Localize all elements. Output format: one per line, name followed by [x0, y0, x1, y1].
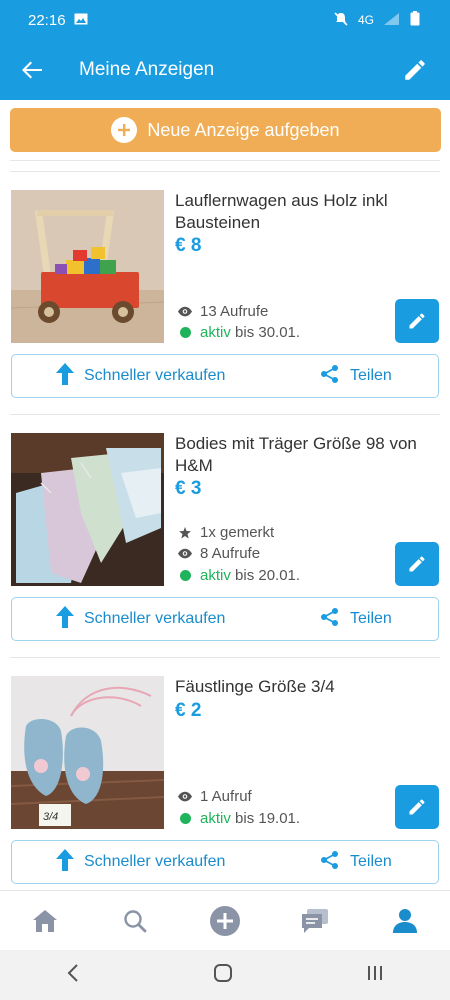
mute-icon [334, 11, 348, 29]
page-title: Meine Anzeigen [79, 59, 215, 80]
recents-icon[interactable] [366, 965, 384, 986]
arrow-up-icon [56, 848, 74, 876]
listing-title[interactable]: Fäustlinge Größe 3/4 [175, 676, 430, 698]
share-label: Teilen [350, 853, 392, 870]
network-label: 4G [357, 13, 374, 27]
status-time: 22:16 [28, 11, 66, 29]
battery-icon [410, 11, 420, 29]
sell-faster-label: Schneller verkaufen [84, 610, 226, 627]
status-row: aktiv bis 19.01. [178, 810, 300, 827]
app-bar: Meine Anzeigen [0, 40, 450, 100]
top-bar: 22:16 4G Meine Anzeigen [0, 0, 450, 100]
listing-actions: Schneller verkaufen Teilen [11, 597, 439, 641]
share-button[interactable]: Teilen [320, 364, 392, 389]
sell-faster-label: Schneller verkaufen [84, 853, 226, 870]
profile-icon[interactable] [385, 901, 425, 941]
listing-photo-walker[interactable] [11, 190, 164, 343]
status-bar: 22:16 4G [0, 0, 450, 40]
listing-actions: Schneller verkaufen Teilen [11, 354, 439, 398]
active-dot-icon [178, 813, 192, 824]
status-until: bis 20.01. [235, 567, 301, 584]
messages-icon[interactable] [295, 901, 335, 941]
share-icon [320, 364, 340, 389]
bottom-navigation [0, 890, 450, 950]
saved-count: 1x gemerkt [200, 524, 275, 541]
share-label: Teilen [350, 610, 392, 627]
eye-icon [178, 791, 192, 802]
listing-price: € 8 [175, 235, 202, 256]
views-row: 13 Aufrufe [178, 303, 268, 320]
status-until: bis 19.01. [235, 810, 301, 827]
share-label: Teilen [350, 367, 392, 384]
arrow-up-icon [56, 605, 74, 633]
views-count: 8 Aufrufe [200, 545, 261, 562]
share-button[interactable]: Teilen [320, 850, 392, 875]
listings-scroll[interactable]: Neue Anzeige aufgeben Lauflernwagen aus … [0, 100, 450, 890]
signal-icon [384, 12, 400, 28]
divider [10, 160, 440, 161]
listing-photo-mittens[interactable]: 3/4 [11, 676, 164, 829]
listing-card: Lauflernwagen aus Holz inkl Bausteinen €… [0, 172, 450, 414]
status-row: aktiv bis 20.01. [178, 567, 300, 584]
plus-icon [111, 117, 138, 143]
listing-card: 3/4 Fäustlinge Größe 3/4 € 2 1 Aufruf ak… [0, 658, 450, 890]
home-circle-icon[interactable] [213, 963, 233, 988]
edit-listing-button-2[interactable] [395, 542, 439, 586]
gallery-icon [74, 12, 88, 29]
status-active: aktiv [200, 324, 231, 341]
sell-faster-button[interactable]: Schneller verkaufen [56, 362, 226, 390]
system-navigation [0, 950, 450, 1000]
listing-title[interactable]: Lauflernwagen aus Holz inkl Bausteinen [175, 190, 430, 234]
new-ad-label: Neue Anzeige aufgeben [147, 119, 340, 140]
photo-note: 3/4 [43, 811, 58, 823]
listing-price: € 3 [175, 478, 202, 499]
edit-pencil-icon[interactable] [402, 57, 428, 83]
share-button[interactable]: Teilen [320, 607, 392, 632]
views-row: 1 Aufruf [178, 788, 252, 805]
saved-row: 1x gemerkt [178, 524, 274, 541]
active-dot-icon [178, 327, 192, 338]
back-icon[interactable] [66, 963, 80, 987]
pencil-icon [409, 556, 425, 572]
sell-faster-button[interactable]: Schneller verkaufen [56, 848, 226, 876]
share-icon [320, 607, 340, 632]
views-count: 1 Aufruf [200, 788, 252, 805]
sell-faster-button[interactable]: Schneller verkaufen [56, 605, 226, 633]
views-count: 13 Aufrufe [200, 303, 269, 320]
pencil-icon [409, 799, 425, 815]
status-active: aktiv [200, 810, 231, 827]
status-row: aktiv bis 30.01. [178, 324, 300, 341]
eye-icon [178, 306, 192, 317]
home-icon[interactable] [25, 901, 65, 941]
listing-actions: Schneller verkaufen Teilen [11, 840, 439, 884]
edit-listing-button[interactable] [395, 785, 439, 829]
listing-price: € 2 [175, 700, 202, 721]
sell-faster-label: Schneller verkaufen [84, 367, 226, 384]
star-icon [178, 526, 192, 539]
back-arrow-icon[interactable] [18, 56, 46, 84]
status-until: bis 30.01. [235, 324, 301, 341]
edit-listing-button[interactable] [395, 299, 439, 343]
eye-icon [178, 548, 192, 559]
active-dot-icon [178, 570, 192, 581]
pencil-icon [409, 313, 425, 329]
search-icon[interactable] [115, 901, 155, 941]
arrow-up-icon [56, 362, 74, 390]
status-active: aktiv [200, 567, 231, 584]
listing-photo-bodies[interactable] [11, 433, 164, 586]
listing-title[interactable]: Bodies mit Träger Größe 98 von H&M [175, 433, 430, 477]
views-row: 8 Aufrufe [178, 545, 260, 562]
share-icon [320, 850, 340, 875]
new-ad-button[interactable]: Neue Anzeige aufgeben [10, 108, 441, 152]
add-circle-icon[interactable] [205, 901, 245, 941]
listing-card: Bodies mit Träger Größe 98 von H&M € 3 1… [0, 415, 450, 657]
